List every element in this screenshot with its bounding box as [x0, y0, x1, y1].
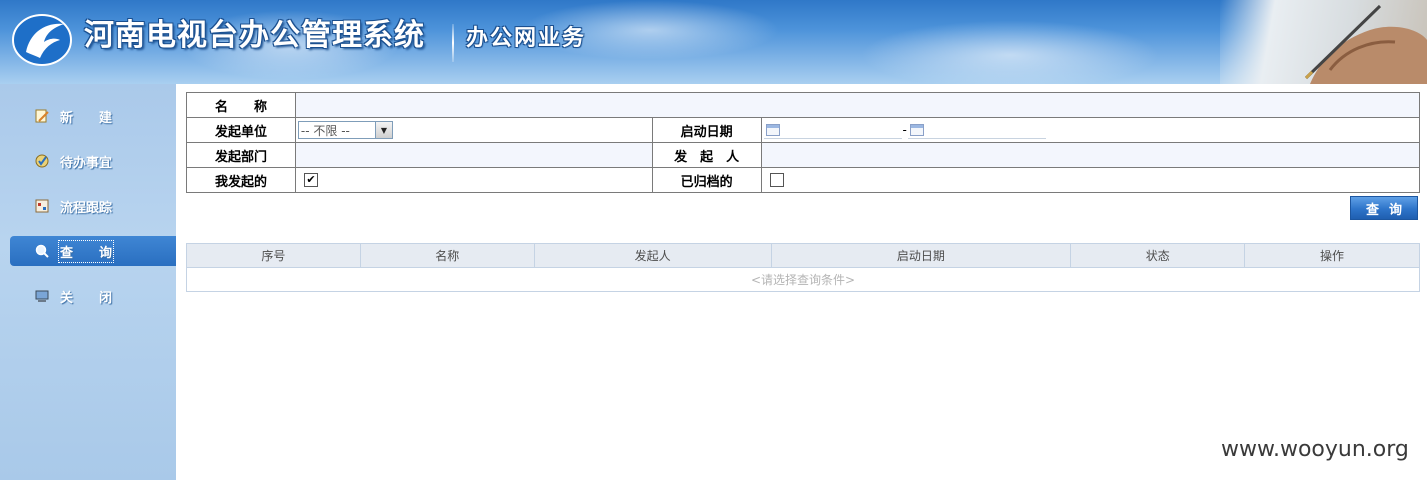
sidebar-item-todo[interactable]: 待办事宜: [10, 146, 176, 176]
initiator-label: 发 起 人: [651, 142, 762, 168]
dept-label: 发起部门: [186, 142, 296, 168]
name-field[interactable]: [294, 92, 1421, 118]
chevron-down-icon[interactable]: ▼: [374, 122, 392, 138]
search-form: 名 称 发起单位 -- 不限 -- ▼ 启动日期 - 发起部门 发 起 人 我发…: [186, 92, 1421, 193]
col-header-index[interactable]: 序号: [186, 243, 361, 268]
initiator-field[interactable]: [760, 142, 1421, 168]
main-content: 名 称 发起单位 -- 不限 -- ▼ 启动日期 - 发起部门 发 起 人 我发…: [176, 84, 1427, 480]
mine-label: 我发起的: [186, 167, 296, 193]
new-doc-icon: [34, 108, 50, 124]
archived-label: 已归档的: [651, 167, 762, 193]
archived-checkbox[interactable]: [769, 173, 784, 187]
sidebar-item-label: 待办事宜: [60, 155, 113, 171]
mine-checkbox[interactable]: ✔: [303, 173, 318, 187]
app-title: 河南电视台办公管理系统: [84, 18, 425, 53]
unit-label: 发起单位: [186, 117, 296, 143]
col-header-name[interactable]: 名称: [359, 243, 535, 268]
sidebar-item-label: 关 闭: [60, 290, 113, 306]
todo-icon: [34, 153, 50, 169]
calendar-icon[interactable]: [909, 124, 924, 136]
sidebar-item-label: 新 建: [60, 110, 113, 126]
unit-select[interactable]: -- 不限 -- ▼: [297, 121, 393, 139]
name-label: 名 称: [186, 92, 296, 118]
sidebar: 新 建 待办事宜 流程跟踪 查 询 关 闭: [0, 84, 176, 480]
start-date-to-field[interactable]: [907, 121, 1046, 139]
watermark: www.wooyun.org: [1221, 437, 1409, 462]
search-icon: [34, 243, 50, 259]
logo-icon: [12, 12, 74, 66]
col-header-initiator[interactable]: 发起人: [533, 243, 772, 268]
app-subtitle: 办公网业务: [466, 26, 587, 51]
app-header: 河南电视台办公管理系统 办公网业务: [0, 0, 1427, 84]
col-header-start-date[interactable]: 启动日期: [770, 243, 1072, 268]
date-separator: -: [902, 123, 907, 137]
col-header-status[interactable]: 状态: [1070, 243, 1246, 268]
sidebar-item-flow-track[interactable]: 流程跟踪: [10, 191, 176, 221]
archived-cell: [760, 167, 1421, 193]
mine-cell: ✔: [294, 167, 653, 193]
sidebar-item-new[interactable]: 新 建: [10, 101, 176, 131]
unit-select-value: -- 不限 --: [300, 123, 350, 138]
title-divider: [452, 24, 454, 62]
sidebar-item-search[interactable]: 查 询: [10, 236, 176, 266]
table-row: <请选择查询条件>: [186, 267, 1420, 292]
dept-field[interactable]: [294, 142, 653, 168]
empty-message: <请选择查询条件>: [186, 267, 1420, 292]
start-date-from-field[interactable]: [763, 121, 902, 139]
calendar-icon[interactable]: [765, 124, 780, 136]
sidebar-item-label: 流程跟踪: [60, 200, 113, 216]
query-button[interactable]: 查询: [1350, 196, 1418, 220]
unit-cell: -- 不限 -- ▼: [294, 117, 653, 143]
flow-track-icon: [34, 198, 50, 214]
sidebar-item-close[interactable]: 关 闭: [10, 281, 176, 311]
col-header-actions[interactable]: 操作: [1244, 243, 1420, 268]
results-header-row: 序号 名称 发起人 启动日期 状态 操作: [186, 243, 1420, 268]
sidebar-item-label: 查 询: [57, 239, 115, 263]
header-hand-pen-image: [1220, 0, 1427, 84]
start-date-cell: -: [760, 117, 1421, 143]
start-date-label: 启动日期: [651, 117, 762, 143]
results-table: 序号 名称 发起人 启动日期 状态 操作 <请选择查询条件>: [186, 243, 1420, 292]
computer-icon: [34, 288, 50, 304]
